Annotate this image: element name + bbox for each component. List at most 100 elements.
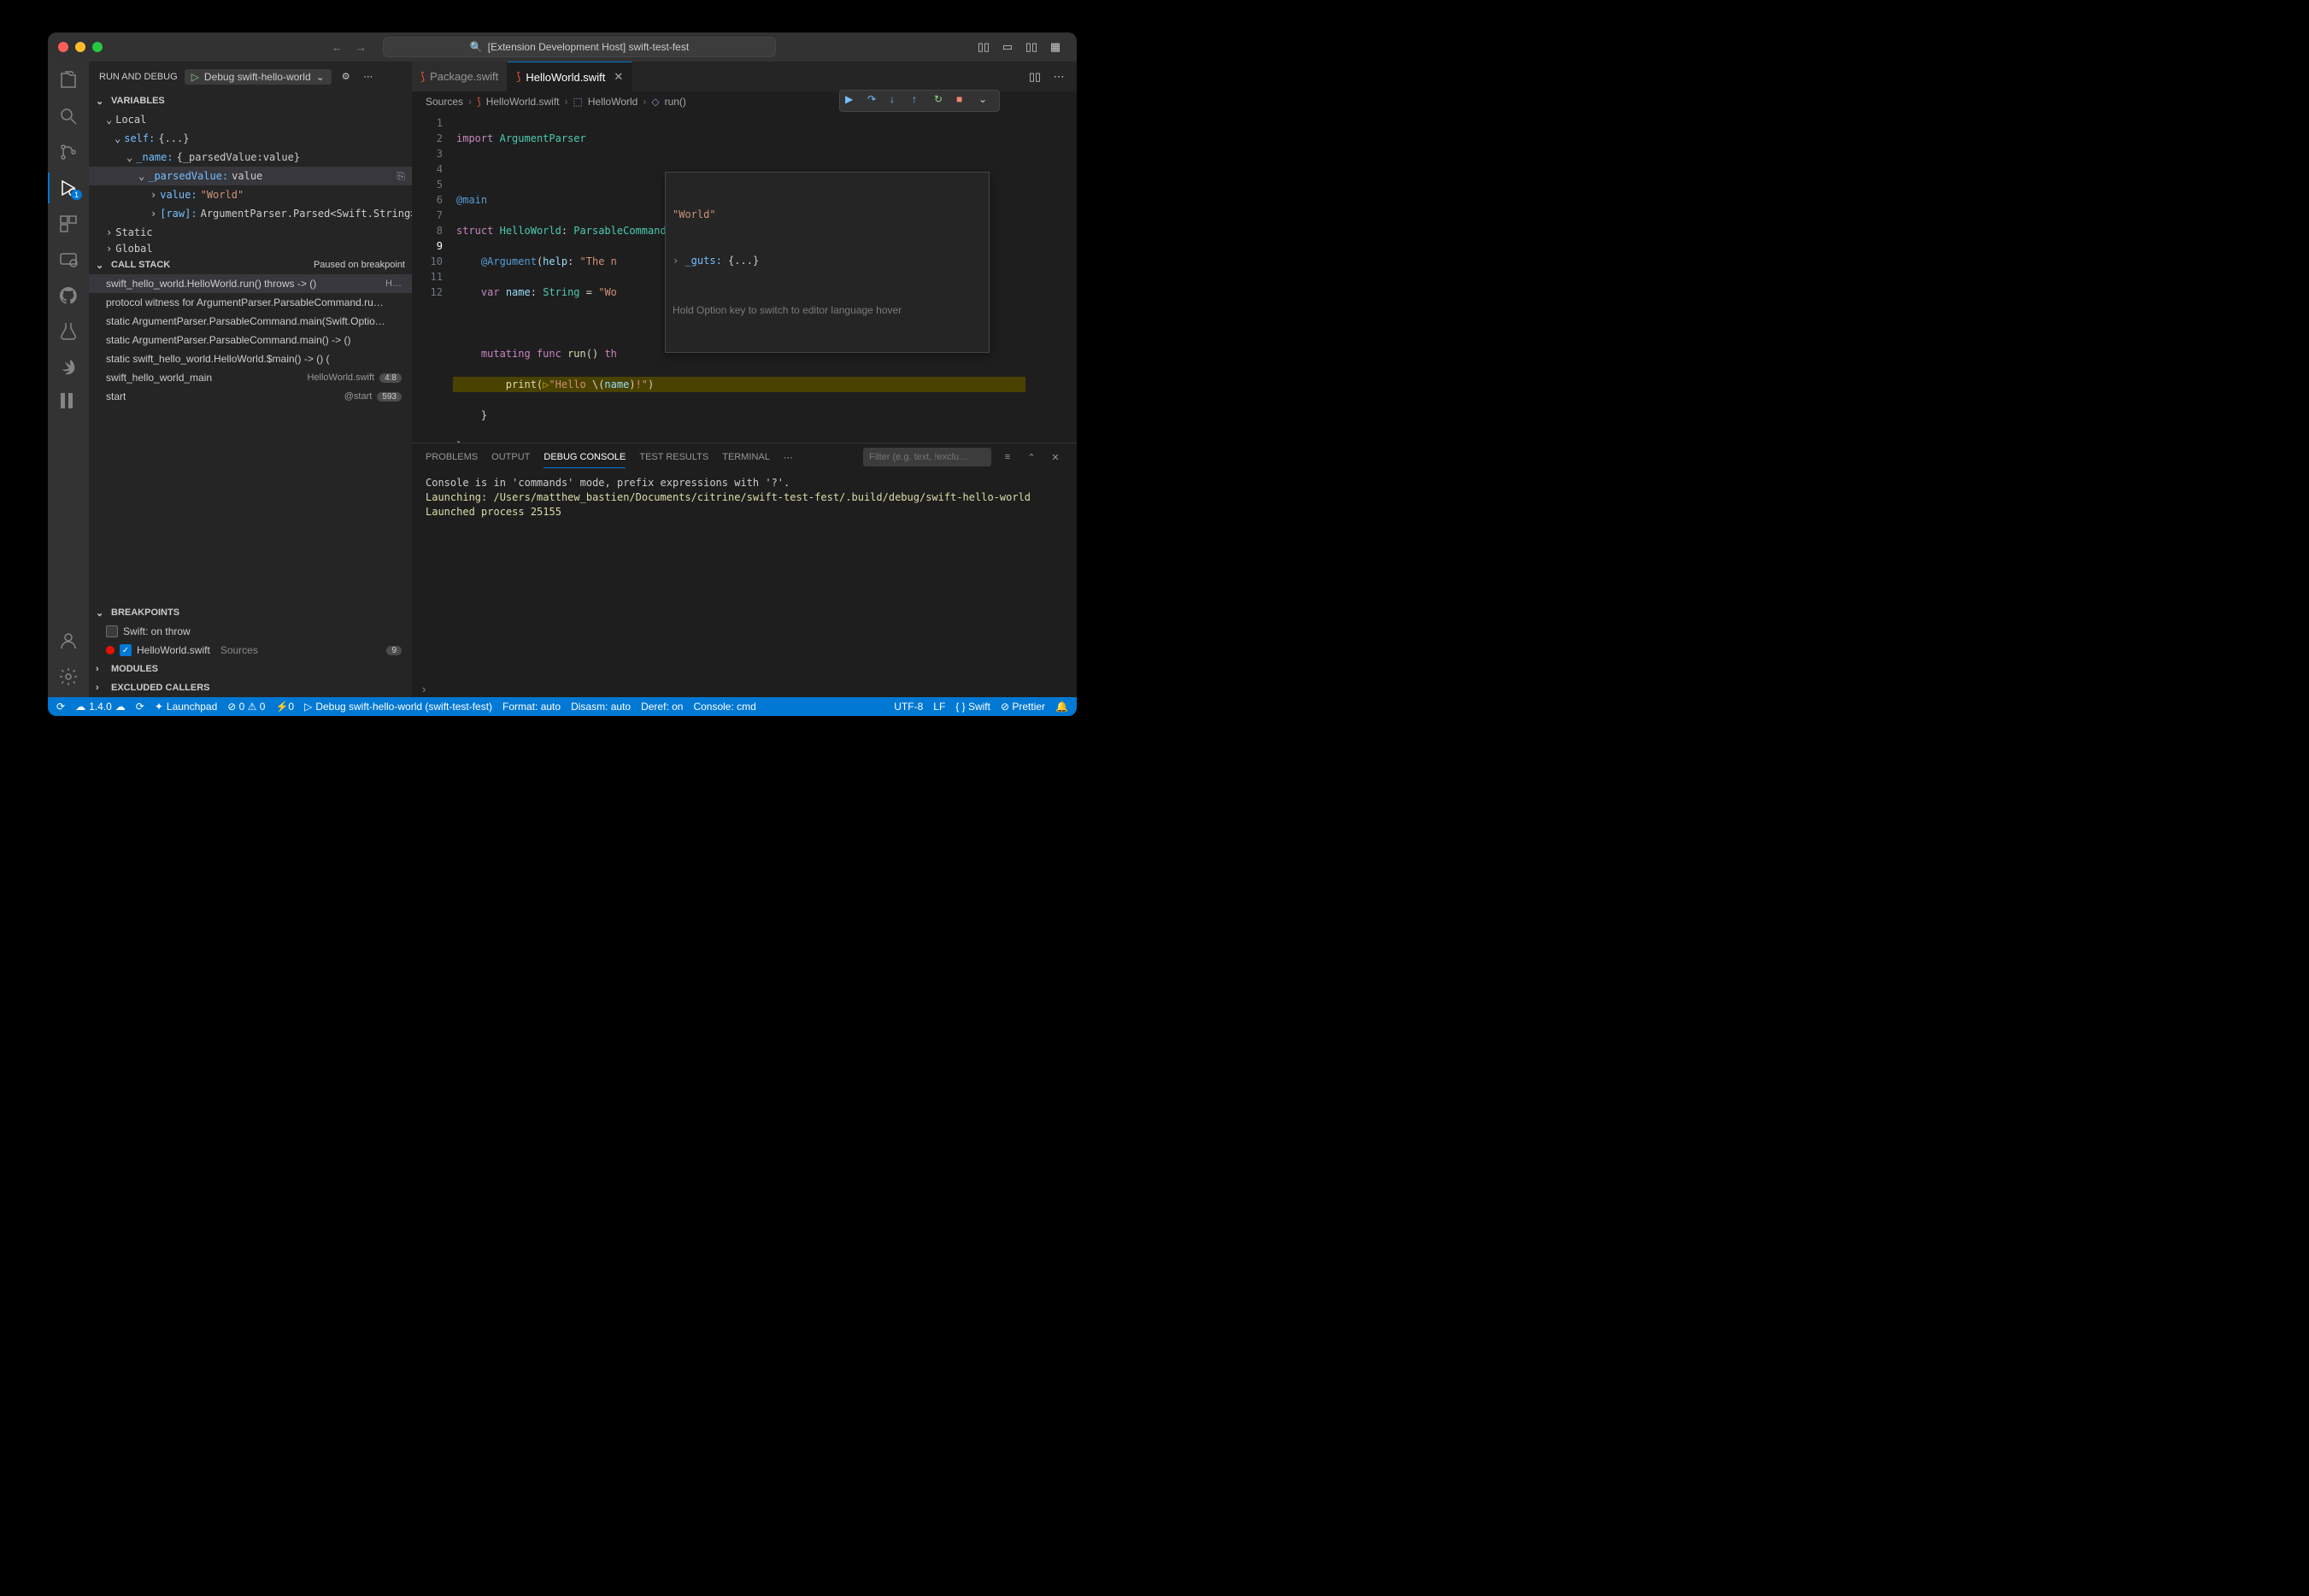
status-language[interactable]: { } Swift <box>955 701 990 713</box>
panel-tab-problems[interactable]: Problems <box>426 447 478 467</box>
continue-icon[interactable]: ▶ <box>845 93 861 109</box>
sidebar: Run and Debug ▷ Debug swift-hello-world … <box>89 62 412 697</box>
stack-frame[interactable]: static ArgumentParser.ParsableCommand.ma… <box>89 331 412 349</box>
nav-forward[interactable]: → <box>355 41 369 54</box>
panel-tab-output[interactable]: Output <box>491 447 530 467</box>
step-over-icon[interactable]: ↷ <box>867 93 883 109</box>
debug-badge: 1 <box>71 190 82 200</box>
command-center[interactable]: 🔍 [Extension Development Host] swift-tes… <box>383 37 776 57</box>
panel-maximize-icon[interactable]: ⌃ <box>1024 449 1039 465</box>
editor-tab[interactable]: ⟆ Package.swift <box>412 62 508 91</box>
debug-settings-icon[interactable]: ⚙ <box>338 69 354 85</box>
nav-arrows: ← → <box>332 41 369 54</box>
variable-row[interactable]: › value: "World" <box>89 185 412 204</box>
status-launchpad[interactable]: ✦ Launchpad <box>155 701 217 713</box>
explorer-icon[interactable] <box>58 70 79 91</box>
status-ports[interactable]: ⚡0 <box>275 701 294 713</box>
status-disasm[interactable]: Disasm: auto <box>571 701 631 713</box>
status-notifications-icon[interactable]: 🔔 <box>1055 701 1068 713</box>
status-format[interactable]: Format: auto <box>502 701 561 713</box>
status-deref[interactable]: Deref: on <box>641 701 683 713</box>
status-prettier[interactable]: ⊘ Prettier <box>1001 701 1045 713</box>
breakpoint-dot-icon <box>106 646 115 654</box>
breakpoints-section-header[interactable]: ⌄ Breakpoints <box>89 603 412 622</box>
close-window[interactable] <box>58 42 68 52</box>
debug-more-icon[interactable]: ⌄ <box>978 93 994 109</box>
restart-icon[interactable]: ↻ <box>934 93 949 109</box>
step-into-icon[interactable]: ↓ <box>890 93 905 109</box>
copy-icon[interactable]: ⎘ <box>397 170 405 183</box>
layout-customize-icon[interactable]: ▦ <box>1048 39 1063 55</box>
minimize-window[interactable] <box>75 42 85 52</box>
breakpoint-row[interactable]: Swift: on throw <box>89 622 412 641</box>
extensions-icon[interactable] <box>58 214 79 234</box>
variable-row[interactable]: ⌄ self: {...} <box>89 129 412 148</box>
debug-config-dropdown[interactable]: ▷ Debug swift-hello-world ⌄ <box>185 69 332 85</box>
nav-back[interactable]: ← <box>332 41 345 54</box>
modules-section-header[interactable]: › Modules <box>89 660 412 678</box>
variable-row[interactable]: ⌄ _parsedValue: value⎘ <box>89 167 412 185</box>
accounts-icon[interactable] <box>58 631 79 651</box>
stack-frame[interactable]: start@start593 <box>89 387 412 406</box>
github-icon[interactable] <box>58 285 79 306</box>
remote-icon[interactable] <box>58 249 79 270</box>
stack-frame[interactable]: protocol witness for ArgumentParser.Pars… <box>89 293 412 312</box>
window-title: [Extension Development Host] swift-test-… <box>488 41 689 53</box>
panel-tab-terminal[interactable]: Terminal <box>722 447 770 467</box>
panel-tab-test-results[interactable]: Test Results <box>639 447 708 467</box>
status-problems[interactable]: ⊘ 0 ⚠ 0 <box>227 701 265 713</box>
method-icon: ◇ <box>651 96 659 108</box>
excluded-callers-section-header[interactable]: › Excluded Callers <box>89 678 412 697</box>
stack-frame[interactable]: swift_hello_world_mainHelloWorld.swift4:… <box>89 368 412 387</box>
testing-icon[interactable] <box>58 321 79 342</box>
chevron-right-icon[interactable]: › <box>673 255 684 267</box>
checkbox[interactable]: ✓ <box>120 644 132 656</box>
step-out-icon[interactable]: ↑ <box>912 93 927 109</box>
search-icon[interactable] <box>58 106 79 126</box>
variables-scope[interactable]: › Global <box>89 242 412 255</box>
panel-close-icon[interactable]: ✕ <box>1048 449 1063 465</box>
variable-row[interactable]: ⌄ _name: {_parsedValue:value} <box>89 148 412 167</box>
console-settings-icon[interactable]: ≡ <box>1000 449 1015 465</box>
callstack-section-header[interactable]: ⌄ Call Stack Paused on breakpoint <box>89 255 412 274</box>
layout-primary-icon[interactable]: ▯▯ <box>976 39 991 55</box>
code-editor[interactable]: 1234 5678 ▷9 101112 import ArgumentParse… <box>412 112 1077 443</box>
close-tab-icon[interactable]: ✕ <box>614 70 623 84</box>
variables-section-header[interactable]: ⌄ Variables <box>89 91 412 110</box>
activity-bar: 1 <box>48 62 89 697</box>
status-version[interactable]: ☁ 1.4.0 ☁ <box>75 701 126 713</box>
stack-frame[interactable]: static ArgumentParser.ParsableCommand.ma… <box>89 312 412 331</box>
variables-scope[interactable]: › Static <box>89 223 412 242</box>
variable-row[interactable]: › [raw]: ArgumentParser.Parsed<Swift.Str… <box>89 204 412 223</box>
debug-more-icon[interactable]: ⋯ <box>361 69 376 85</box>
swift-icon[interactable] <box>58 357 79 378</box>
status-console-mode[interactable]: Console: cmd <box>693 701 755 713</box>
console-filter-input[interactable] <box>863 448 991 466</box>
status-sync[interactable]: ⟳ <box>136 701 144 713</box>
stack-frame[interactable]: swift_hello_world.HelloWorld.run() throw… <box>89 274 412 293</box>
variables-scope[interactable]: ⌄ Local <box>89 110 412 129</box>
console-input[interactable]: › <box>412 681 1077 697</box>
source-control-icon[interactable] <box>58 142 79 162</box>
panel-more-icon[interactable]: ⋯ <box>784 447 793 468</box>
breakpoint-row[interactable]: ✓ HelloWorld.swift Sources 9 <box>89 641 412 660</box>
stack-frame[interactable]: static swift_hello_world.HelloWorld.$mai… <box>89 349 412 368</box>
panel-tab-debug-console[interactable]: Debug Console <box>543 447 626 468</box>
settings-icon[interactable] <box>58 666 79 687</box>
run-and-debug-icon[interactable]: 1 <box>58 178 79 198</box>
split-editor-icon[interactable]: ▯▯ <box>1027 69 1043 85</box>
checkbox[interactable] <box>106 625 118 637</box>
remote-indicator[interactable]: ⟳ <box>56 701 65 713</box>
debug-toolbar: ▶ ↷ ↓ ↑ ↻ ■ ⌄ <box>839 90 1000 112</box>
maximize-window[interactable] <box>92 42 103 52</box>
status-eol[interactable]: LF <box>933 701 945 713</box>
stop-icon[interactable]: ■ <box>956 93 972 109</box>
status-encoding[interactable]: UTF-8 <box>894 701 923 713</box>
status-debug-target[interactable]: ▷ Debug swift-hello-world (swift-test-fe… <box>304 701 492 713</box>
more-icon[interactable]: ⋯ <box>1051 69 1066 85</box>
layout-panel-icon[interactable]: ▭ <box>1000 39 1015 55</box>
breadcrumbs[interactable]: Sources› ⟆ HelloWorld.swift› ⬚ HelloWorl… <box>412 91 1077 112</box>
editor-tab[interactable]: ⟆ HelloWorld.swift ✕ <box>508 62 632 91</box>
minimap[interactable] <box>1025 112 1077 443</box>
layout-sidebar-icon[interactable]: ▯▯ <box>1024 39 1039 55</box>
